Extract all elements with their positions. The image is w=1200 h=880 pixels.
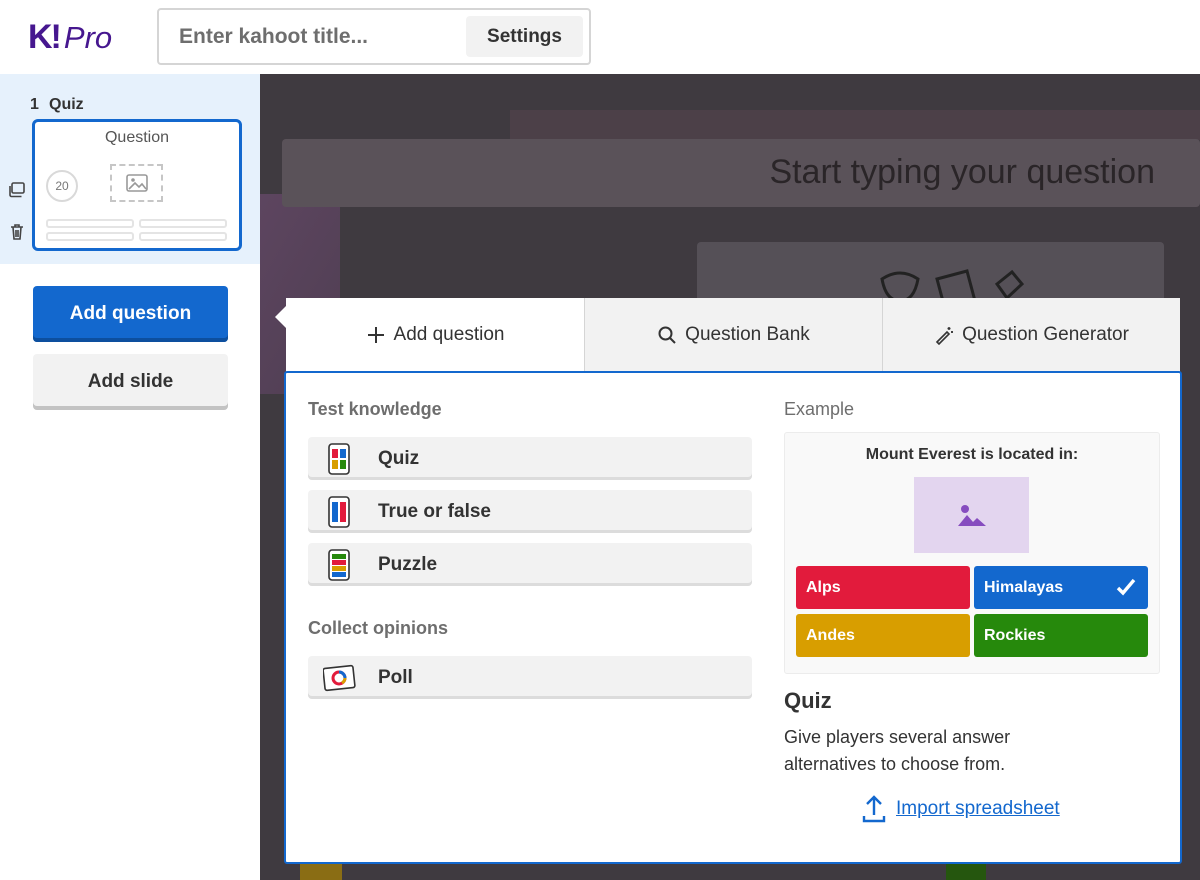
question-type-label: True or false [378, 501, 491, 522]
top-bar: K! Pro Settings [0, 0, 1200, 74]
question-type-label: Poll [378, 667, 413, 688]
question-type-poll[interactable]: Poll [308, 656, 752, 699]
poll-type-icon [323, 664, 356, 692]
question-type-label: Puzzle [378, 554, 438, 575]
thumbnail-image-placeholder [110, 164, 163, 202]
example-image-placeholder [914, 477, 1029, 553]
upload-icon [862, 795, 886, 823]
kahoot-pro-logo[interactable]: K! Pro [28, 18, 112, 57]
tab-label: Add question [393, 324, 505, 345]
thumbnail-timer: 20 [46, 170, 78, 202]
tab-label: Question Generator [962, 324, 1129, 345]
thumbnail-question-label: Question [104, 129, 170, 146]
thumbnail-answer [46, 232, 134, 241]
thumbnail-answer [46, 219, 134, 228]
question-title-field[interactable]: Start typing your question [282, 139, 1200, 207]
question-placeholder: Start typing your question [769, 153, 1155, 191]
add-question-button[interactable]: Add question [33, 286, 228, 342]
answer-text: Rockies [984, 626, 1046, 644]
example-answer-andes: Andes [796, 614, 970, 657]
add-question-panel: Test knowledge Quiz True or false Puzzle… [284, 371, 1182, 864]
puzzle-type-icon [328, 549, 350, 581]
plus-icon [367, 327, 384, 343]
question-type-puzzle[interactable]: Puzzle [308, 543, 752, 586]
example-question: Mount Everest is located in: [865, 446, 1079, 463]
duplicate-icon[interactable] [7, 180, 27, 200]
kahoot-title-input[interactable] [179, 22, 459, 52]
background-decoration [946, 864, 986, 880]
search-icon [658, 326, 676, 344]
example-answer-himalayas: Himalayas [974, 566, 1148, 609]
true-false-type-icon [328, 496, 350, 528]
slide-type-label: Quiz [49, 96, 84, 113]
add-slide-button[interactable]: Add slide [33, 354, 228, 410]
add-question-tabs: Add question Question Bank Question Gene… [286, 298, 1180, 372]
section-collect-opinions: Collect opinions [308, 618, 449, 638]
slide-thumbnail[interactable]: Question 20 [32, 119, 242, 251]
tab-add-question[interactable]: Add question [286, 298, 584, 372]
kahoot-title-container: Settings [157, 8, 591, 65]
tab-question-bank[interactable]: Question Bank [584, 298, 882, 372]
example-type-title: Quiz [784, 688, 832, 713]
slide-sidebar: 1 Quiz Question 20 Add question Add slid… [0, 74, 260, 880]
example-answer-rockies: Rockies [974, 614, 1148, 657]
thumbnail-answer [139, 219, 227, 228]
slide-number: 1 [30, 96, 39, 113]
example-type-description: Give players several answer alternatives… [784, 727, 1011, 774]
answer-text: Alps [806, 578, 841, 596]
example-label: Example [784, 399, 855, 419]
import-spreadsheet-link[interactable]: Import spreadsheet [862, 794, 1060, 824]
settings-button[interactable]: Settings [466, 16, 583, 57]
import-label: Import spreadsheet [896, 798, 1060, 819]
tab-label: Question Bank [685, 324, 810, 345]
answer-text: Himalayas [984, 578, 1064, 596]
background-decoration [510, 110, 1200, 140]
question-type-quiz[interactable]: Quiz [308, 437, 752, 480]
logo-mark: K! [28, 18, 62, 56]
question-type-label: Quiz [378, 448, 420, 469]
background-decoration [300, 864, 342, 880]
image-icon [957, 505, 986, 526]
question-type-true-false[interactable]: True or false [308, 490, 752, 533]
example-answer-alps: Alps [796, 566, 970, 609]
example-preview-card: Mount Everest is located in: Alps Himala… [784, 432, 1160, 674]
slide-list-item[interactable]: 1 Quiz Question 20 [0, 74, 260, 264]
quiz-type-icon [328, 443, 350, 475]
trash-icon[interactable] [7, 222, 27, 242]
image-icon [125, 174, 148, 192]
magic-wand-icon [935, 327, 954, 345]
answer-text: Andes [806, 626, 855, 644]
thumbnail-answer [139, 232, 227, 241]
checkmark-icon [1116, 578, 1136, 596]
section-test-knowledge: Test knowledge [308, 399, 442, 419]
tab-question-generator[interactable]: Question Generator [882, 298, 1180, 372]
logo-pro-text: Pro [63, 20, 113, 55]
